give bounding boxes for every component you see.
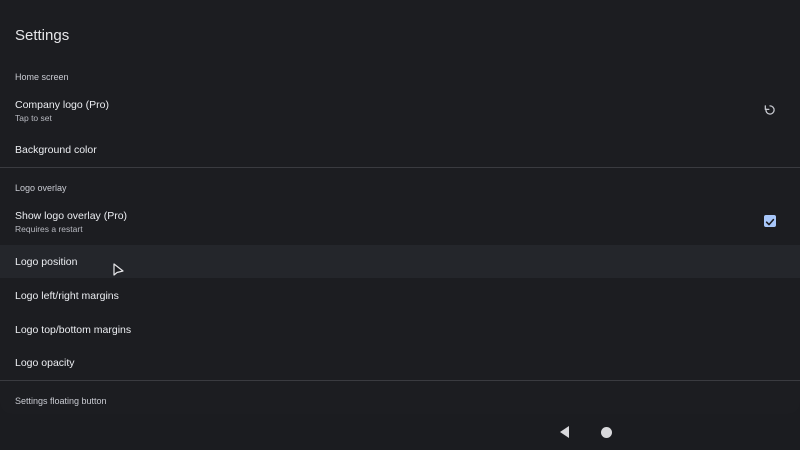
logo-left-right-margins-item[interactable]: Logo left/right margins — [0, 281, 800, 311]
home-icon[interactable] — [601, 427, 612, 438]
logo-opacity-title: Logo opacity — [15, 357, 75, 369]
mouse-cursor-icon — [113, 263, 124, 276]
navigation-bar — [0, 414, 800, 450]
logo-position-title: Logo position — [15, 256, 78, 268]
background-color-title: Background color — [15, 144, 97, 156]
company-logo-item[interactable]: Company logo (Pro) Tap to set — [0, 92, 800, 130]
logo-top-bottom-margins-title: Logo top/bottom margins — [15, 324, 132, 336]
back-icon[interactable] — [559, 425, 570, 439]
company-logo-title: Company logo (Pro) — [15, 99, 109, 111]
section-header-settings-floating-button: Settings floating button — [15, 396, 107, 406]
divider — [0, 380, 800, 381]
page-title: Settings — [15, 27, 70, 44]
logo-top-bottom-margins-item[interactable]: Logo top/bottom margins — [0, 315, 800, 345]
section-header-logo-overlay: Logo overlay — [15, 183, 67, 193]
background-color-item[interactable]: Background color — [0, 136, 800, 166]
show-logo-overlay-item[interactable]: Show logo overlay (Pro) Requires a resta… — [0, 203, 800, 241]
settings-screen: Settings Home screen Company logo (Pro) … — [0, 0, 800, 414]
show-logo-overlay-checkbox[interactable] — [764, 215, 776, 227]
logo-opacity-item[interactable]: Logo opacity — [0, 349, 800, 379]
divider — [0, 167, 800, 168]
company-logo-summary: Tap to set — [15, 113, 52, 123]
logo-left-right-margins-title: Logo left/right margins — [15, 290, 119, 302]
section-header-home-screen: Home screen — [15, 72, 69, 82]
reset-icon[interactable] — [763, 103, 777, 117]
show-logo-overlay-title: Show logo overlay (Pro) — [15, 210, 128, 222]
check-icon — [765, 218, 775, 226]
show-logo-overlay-summary: Requires a restart — [15, 224, 83, 234]
